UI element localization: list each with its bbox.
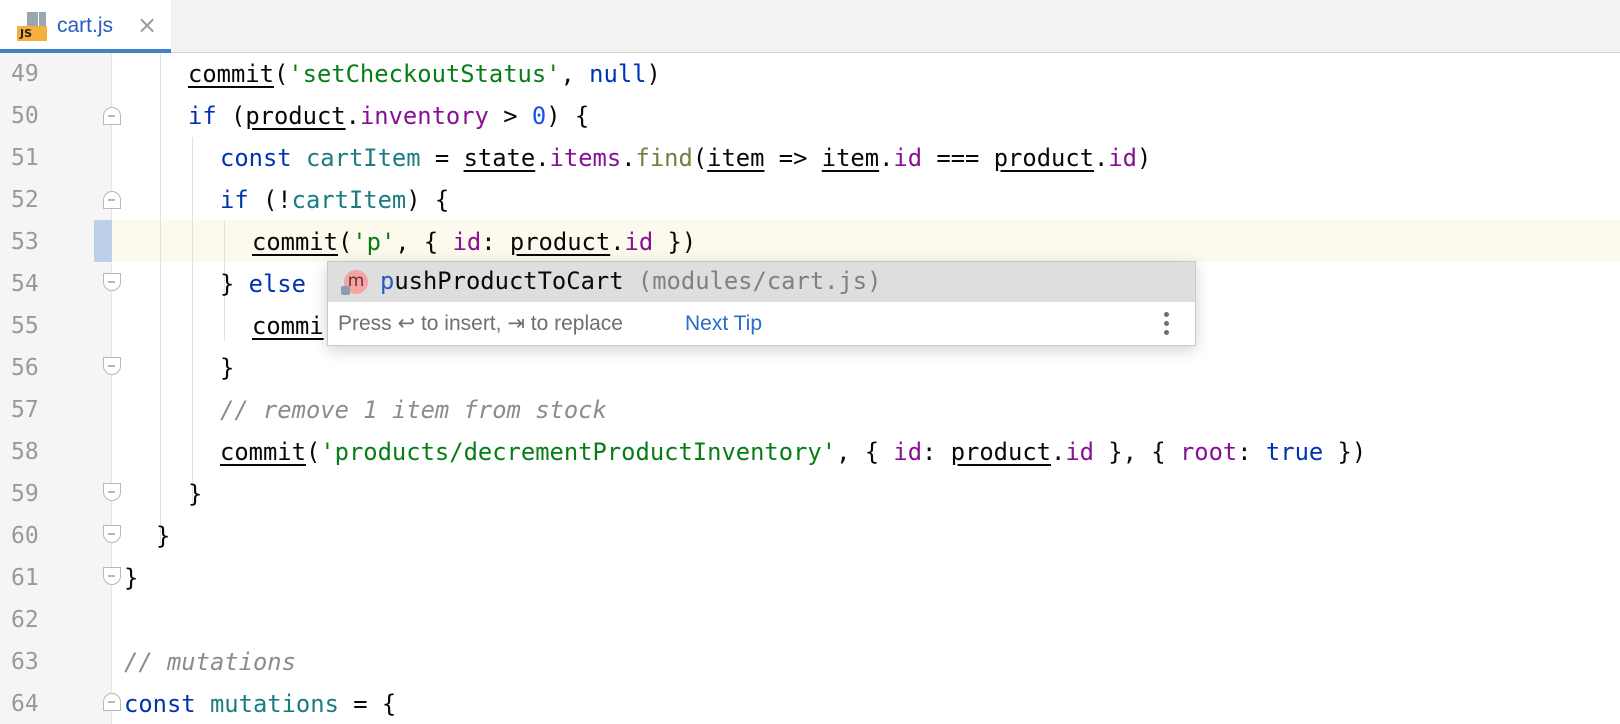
code-line-60: } — [156, 522, 171, 550]
completion-item-detail: (modules/cart.js) — [637, 267, 882, 295]
code-line-59: } — [188, 480, 203, 508]
line-number: 55 — [11, 313, 39, 339]
tab-cart-js[interactable]: JS cart.js × — [0, 0, 171, 53]
completion-item-label: pushProductToCart (modules/cart.js) — [380, 267, 882, 295]
line-number: 49 — [11, 61, 39, 87]
completion-footer: Press ↩ to insert, ⇥ to replace Next Tip — [328, 302, 1195, 345]
code-line-63: // mutations — [124, 648, 296, 676]
line-number: 52 — [11, 187, 39, 213]
line-number: 50 — [11, 103, 39, 129]
code-line-61: } — [124, 564, 139, 592]
code-editor[interactable]: commit('setCheckoutStatus', null) if (pr… — [112, 53, 1620, 724]
tab-label: cart.js — [57, 14, 114, 37]
code-line-50: if (product.inventory > 0) { — [188, 102, 590, 130]
completion-item[interactable]: m pushProductToCart (modules/cart.js) — [328, 262, 1195, 302]
code-line-58: commit('products/decrementProductInvento… — [220, 438, 1367, 466]
line-number: 61 — [11, 565, 39, 591]
completion-hint: Press ↩ to insert, ⇥ to replace — [338, 312, 623, 335]
code-line-53[interactable]: commit('p', { id: product.id }) — [252, 221, 696, 263]
code-line-57: // remove 1 item from stock — [220, 396, 607, 424]
code-line-54: } else — [220, 270, 306, 298]
line-number: 51 — [11, 145, 39, 171]
code-line-52: if (!cartItem) { — [220, 186, 450, 214]
line-numbers: 49 50 51 52 53 54 55 56 57 58 59 60 61 6… — [0, 53, 70, 724]
more-options-icon[interactable] — [1163, 312, 1171, 336]
javascript-file-icon: JS — [17, 12, 49, 42]
line-number: 53 — [11, 229, 39, 255]
code-line-64: const mutations = { — [124, 690, 397, 718]
line-number: 58 — [11, 439, 39, 465]
change-marker[interactable] — [94, 220, 112, 262]
completion-popup: m pushProductToCart (modules/cart.js) Pr… — [327, 261, 1196, 346]
line-number: 60 — [11, 523, 39, 549]
close-icon[interactable]: × — [137, 12, 157, 38]
line-number: 62 — [11, 607, 39, 633]
next-tip-link[interactable]: Next Tip — [685, 302, 762, 345]
line-number: 57 — [11, 397, 39, 423]
code-line-55: commi — [252, 312, 324, 340]
code-line-51: const cartItem = state.items.find(item =… — [220, 144, 1152, 172]
indent-guide — [192, 137, 193, 503]
line-number: 56 — [11, 355, 39, 381]
editor-tab-bar: JS cart.js × — [0, 0, 1620, 53]
line-number: 59 — [11, 481, 39, 507]
line-number: 64 — [11, 691, 39, 717]
line-number: 63 — [11, 649, 39, 675]
code-line-56: } — [220, 354, 235, 382]
code-line-49: commit('setCheckoutStatus', null) — [188, 60, 661, 88]
lock-icon — [341, 286, 350, 295]
indent-guide — [160, 53, 161, 545]
line-number: 54 — [11, 271, 39, 297]
